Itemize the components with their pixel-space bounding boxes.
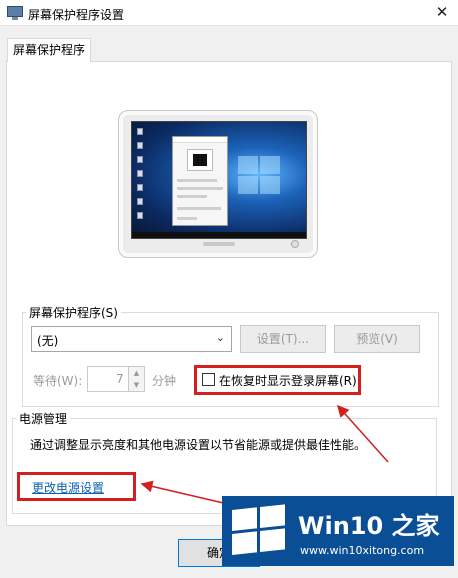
watermark-brand: Win10 之家 [298, 512, 440, 540]
watermark-url: www.win10xitong.com [300, 544, 425, 557]
watermark: Win10 之家 www.win10xitong.com [222, 496, 454, 566]
arrow-to-checkbox [337, 404, 389, 463]
windows-logo-icon [232, 504, 288, 558]
arrow-to-link [140, 480, 233, 506]
annotation-arrows [140, 404, 389, 506]
tab-screensaver[interactable]: 屏幕保护程序 [7, 38, 91, 62]
